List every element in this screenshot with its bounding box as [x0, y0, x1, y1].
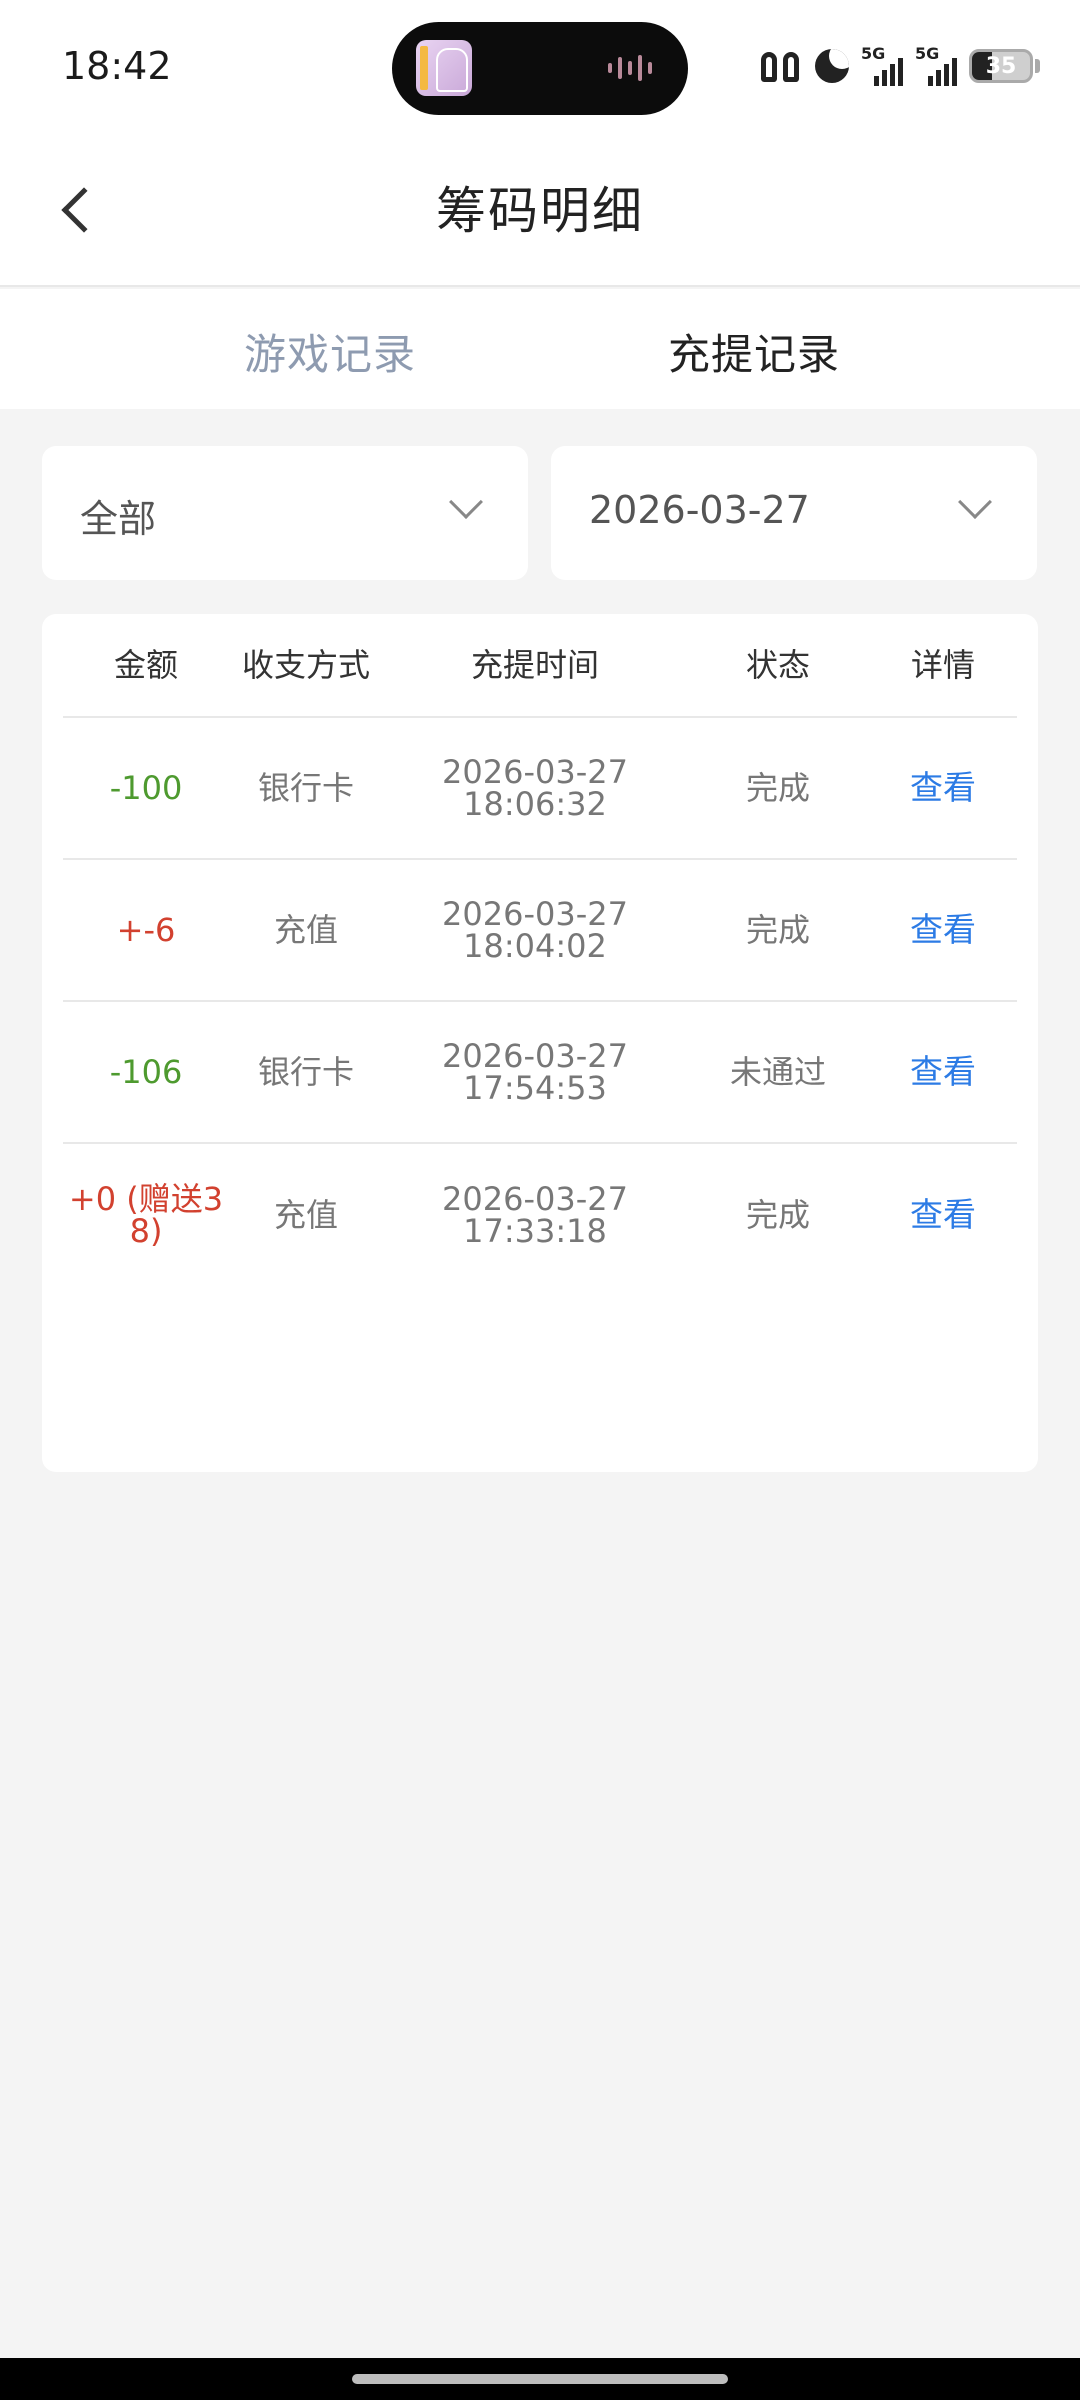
table-header: 金额 收支方式 充提时间 状态 详情 [63, 614, 1017, 718]
system-nav-bar [0, 2358, 1080, 2400]
type-filter-value: 全部 [80, 497, 157, 541]
time-cell-date: 2026-03-27 [442, 895, 628, 933]
time-cell-time: 18:04:02 [463, 927, 607, 965]
amount-cell-line-1: +0 (赠送3 [68, 1180, 224, 1218]
time-cell-date: 2026-03-27 [442, 1037, 628, 1075]
page-title: 筹码明细 [436, 182, 644, 240]
time-cell-date: 2026-03-27 [442, 1180, 628, 1218]
status-cell: 完成 [745, 1196, 810, 1234]
amount-cell: +0 (赠送3 8) [63, 1183, 229, 1247]
amount-cell: -106 [109, 1053, 183, 1091]
time-cell-time: 17:33:18 [463, 1212, 607, 1250]
time-cell: 2026-03-27 18:06:32 [383, 756, 687, 820]
time-cell-time: 18:06:32 [463, 785, 607, 823]
view-detail-link[interactable]: 查看 [869, 913, 1017, 946]
tab-bar: 游戏记录 充提记录 [0, 289, 1080, 409]
time-cell: 2026-03-27 17:33:18 [383, 1183, 687, 1247]
tab-deposit-withdraw-records[interactable]: 充提记录 [668, 321, 840, 382]
battery-cap [1035, 59, 1040, 73]
time-cell-time: 17:54:53 [463, 1069, 607, 1107]
method-cell: 银行卡 [257, 769, 354, 807]
time-cell-date: 2026-03-27 [442, 753, 628, 791]
time-cell: 2026-03-27 18:04:02 [383, 898, 687, 962]
status-time: 18:42 [62, 44, 172, 88]
table-row: -106 银行卡 2026-03-27 17:54:53 未通过 查看 [63, 1002, 1017, 1144]
home-indicator[interactable] [352, 2374, 728, 2384]
column-header-detail: 详情 [910, 646, 975, 684]
album-art-icon [416, 40, 472, 96]
view-detail-link[interactable]: 查看 [869, 1198, 1017, 1231]
method-cell: 银行卡 [257, 1053, 354, 1091]
status-cell: 完成 [745, 769, 810, 807]
table-row: +-6 充值 2026-03-27 18:04:02 完成 查看 [63, 860, 1017, 1002]
status-cell: 未通过 [729, 1053, 826, 1091]
view-detail-link[interactable]: 查看 [869, 1055, 1017, 1088]
earbuds-icon [759, 48, 803, 84]
column-header-time: 充提时间 [470, 646, 599, 684]
chevron-down-icon [449, 485, 483, 519]
records-table: 金额 收支方式 充提时间 状态 详情 -100 银行卡 2026-03-27 1… [42, 614, 1038, 1472]
chevron-down-icon [958, 485, 992, 519]
tab-game-records[interactable]: 游戏记录 [244, 321, 416, 382]
dynamic-island[interactable] [392, 22, 688, 115]
table-row: +0 (赠送3 8) 充值 2026-03-27 17:33:18 完成 查看 [63, 1144, 1017, 1286]
method-cell: 充值 [273, 911, 338, 949]
status-cell: 完成 [745, 911, 810, 949]
header: 筹码明细 [0, 135, 1080, 287]
battery-level: 35 [985, 53, 1017, 79]
table-row: -100 银行卡 2026-03-27 18:06:32 完成 查看 [63, 718, 1017, 860]
type-filter-dropdown[interactable]: 全部 [42, 446, 528, 580]
date-filter-dropdown[interactable]: 2026-03-27 [551, 446, 1037, 580]
audio-wave-icon [608, 54, 662, 82]
view-detail-link[interactable]: 查看 [869, 771, 1017, 804]
amount-cell: -100 [109, 769, 183, 807]
signal-icon-2: 5G [915, 44, 957, 86]
date-filter-value: 2026-03-27 [589, 488, 810, 532]
amount-cell: +-6 [116, 911, 176, 949]
amount-cell-line-2: 8) [129, 1212, 163, 1250]
method-cell: 充值 [273, 1196, 338, 1234]
time-cell: 2026-03-27 17:54:53 [383, 1040, 687, 1104]
battery-icon: 35 [969, 49, 1033, 83]
signal-icon: 5G [861, 44, 903, 86]
status-bar: 18:42 5G 5G 35 [0, 0, 1080, 135]
column-header-amount: 金额 [113, 646, 178, 684]
column-header-method: 收支方式 [241, 646, 370, 684]
do-not-disturb-icon [815, 49, 849, 83]
status-icons: 5G 5G 35 [759, 44, 1040, 86]
column-header-status: 状态 [745, 646, 810, 684]
